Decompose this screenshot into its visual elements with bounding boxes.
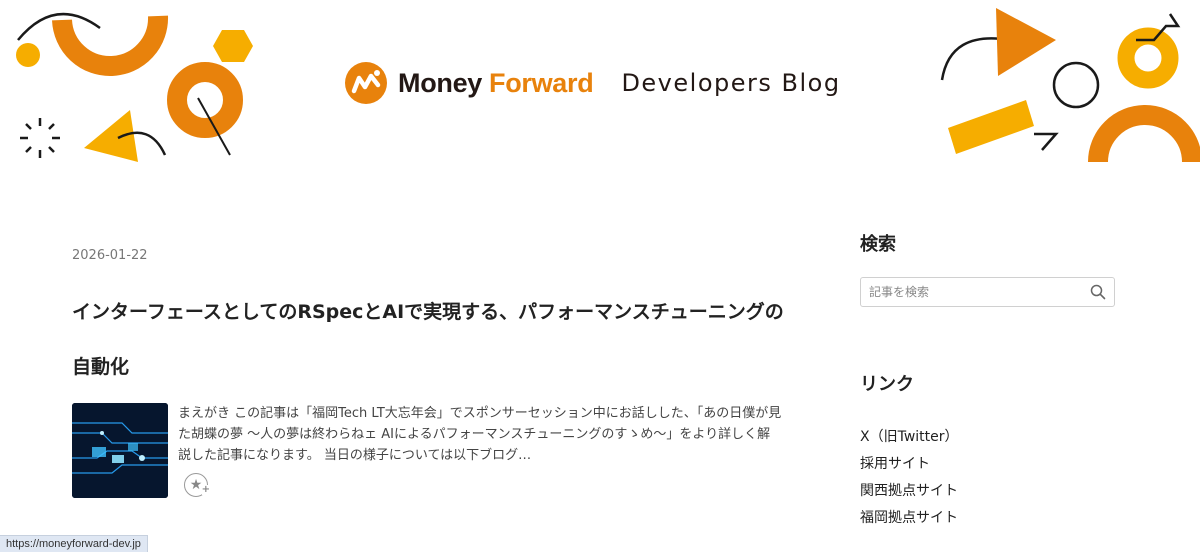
main-content: 2026-01-22 インターフェースとしてのRSpecとAIで実現する、パフォ… [72,240,792,498]
logo-text-forward: Forward [489,67,594,98]
header-decoration-left [16,12,253,162]
money-forward-logo-icon [345,62,387,104]
browser-status-url: https://moneyforward-dev.jp [0,535,148,552]
links-list: X（旧Twitter） 採用サイト 関西拠点サイト 福岡拠点サイト [860,424,1115,532]
post-date: 2026-01-22 [72,248,148,263]
link-x[interactable]: X（旧Twitter） [860,429,959,445]
link-item-recruit: 採用サイト [860,451,1115,478]
search-box [860,277,1115,307]
search-input[interactable] [869,285,1090,299]
header-decoration-right [940,8,1200,163]
site-logo[interactable]: Money Forward Developers Blog [344,58,841,108]
sidebar: 検索 リンク X（旧Twitter） 採用サイト 関西拠点サイト 福岡拠点サイト [860,230,1115,532]
search-icon[interactable] [1090,284,1106,300]
search-module-title: 検索 [860,234,896,255]
link-kansai-site[interactable]: 関西拠点サイト [860,483,958,499]
logo-text-developers-blog: Developers Blog [621,69,841,97]
link-item-fukuoka: 福岡拠点サイト [860,505,1115,532]
post-thumbnail[interactable] [72,403,168,498]
add-star-icon: ★ [189,477,203,493]
link-item-kansai: 関西拠点サイト [860,478,1115,505]
logo-text-money: Money [398,67,483,98]
post-title-link[interactable]: インターフェースとしてのRSpecとAIで実現する、パフォーマンスチューニングの… [72,285,787,395]
link-fukuoka-site[interactable]: 福岡拠点サイト [860,510,958,526]
circuit-image-icon [72,403,168,498]
add-star-button[interactable]: ★ + [184,473,210,497]
blog-header: Money Forward Developers Blog [0,0,1200,170]
link-item-x: X（旧Twitter） [860,424,1115,451]
links-module-title: リンク [860,374,914,395]
post-summary: まえがき この記事は「福岡Tech LT大忘年会」でスポンサーセッション中にお話… [178,406,782,463]
post-entry-body: まえがき この記事は「福岡Tech LT大忘年会」でスポンサーセッション中にお話… [178,403,782,498]
link-recruit-site[interactable]: 採用サイト [860,456,930,472]
post-entry: まえがき この記事は「福岡Tech LT大忘年会」でスポンサーセッション中にお話… [72,403,792,498]
plus-icon: + [201,484,210,495]
